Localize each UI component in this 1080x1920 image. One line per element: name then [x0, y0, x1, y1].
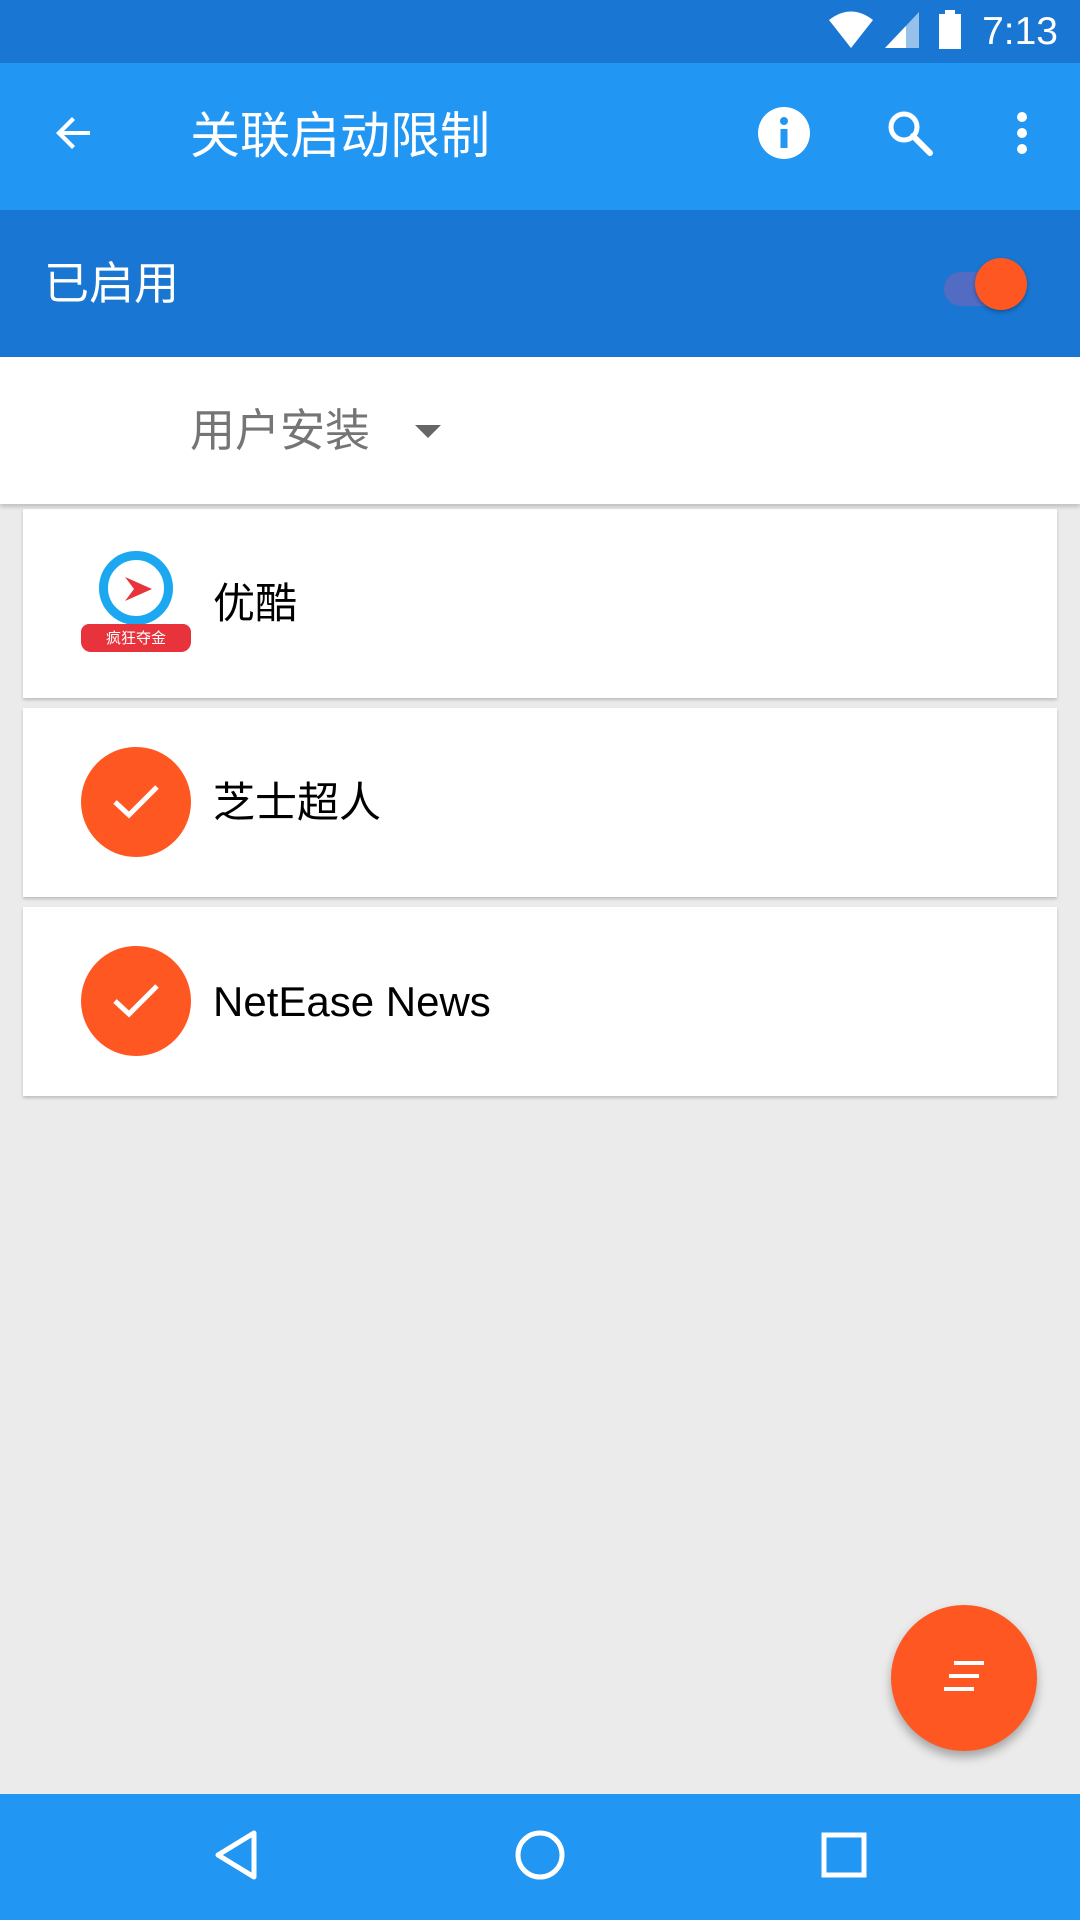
list-item[interactable]: 疯狂夺金 优酷: [23, 509, 1057, 698]
signal-icon: [884, 11, 920, 53]
search-icon: [885, 108, 935, 162]
check-circle-icon: [81, 747, 191, 857]
more-options-button[interactable]: [982, 95, 1062, 175]
app-name: 芝士超人: [213, 779, 382, 826]
dropdown-arrow-icon[interactable]: [413, 423, 443, 443]
search-button[interactable]: [870, 95, 950, 175]
app-icon-slot: [81, 747, 191, 857]
navigation-bar: [0, 1794, 1080, 1920]
list-item[interactable]: 芝士超人: [23, 708, 1057, 897]
check-circle-icon: [81, 946, 191, 1056]
nav-back-button[interactable]: [196, 1817, 276, 1897]
app-name: NetEase News: [213, 978, 491, 1025]
sort-fab-button[interactable]: [891, 1605, 1037, 1751]
app-icon-slot: [81, 946, 191, 1056]
filter-bar: 用户安装: [0, 357, 1080, 504]
more-vert-icon: [1014, 110, 1030, 160]
nav-recents-button[interactable]: [804, 1817, 884, 1897]
back-button[interactable]: [34, 95, 114, 175]
youku-logo: 疯狂夺金: [81, 548, 191, 658]
status-bar: 7:13: [0, 0, 1080, 63]
page-title: 关联启动限制: [190, 107, 490, 165]
status-time: 7:13: [982, 9, 1058, 53]
sort-icon: [938, 1659, 990, 1697]
list-item[interactable]: NetEase News: [23, 907, 1057, 1096]
master-switch-label: 已启用: [44, 257, 180, 310]
battery-icon: [938, 9, 962, 54]
wifi-icon: [828, 11, 874, 53]
nav-back-icon: [212, 1829, 260, 1885]
arrow-back-icon: [50, 109, 98, 161]
info-icon: [757, 106, 811, 164]
filter-dropdown[interactable]: 用户安装: [190, 357, 370, 504]
nav-home-icon: [513, 1828, 567, 1886]
master-switch-bar[interactable]: 已启用: [0, 210, 1080, 357]
nav-home-button[interactable]: [500, 1817, 580, 1897]
app-badge: 疯狂夺金: [81, 624, 191, 652]
nav-recents-icon: [820, 1831, 868, 1883]
app-name: 优酷: [213, 580, 298, 627]
app-list: 疯狂夺金 优酷 芝士超人 NetEase News: [23, 509, 1057, 1106]
toolbar: 关联启动限制: [0, 63, 1080, 210]
info-button[interactable]: [744, 95, 824, 175]
toggle-thumb: [975, 258, 1027, 310]
status-icons: 7:13: [828, 0, 1080, 63]
